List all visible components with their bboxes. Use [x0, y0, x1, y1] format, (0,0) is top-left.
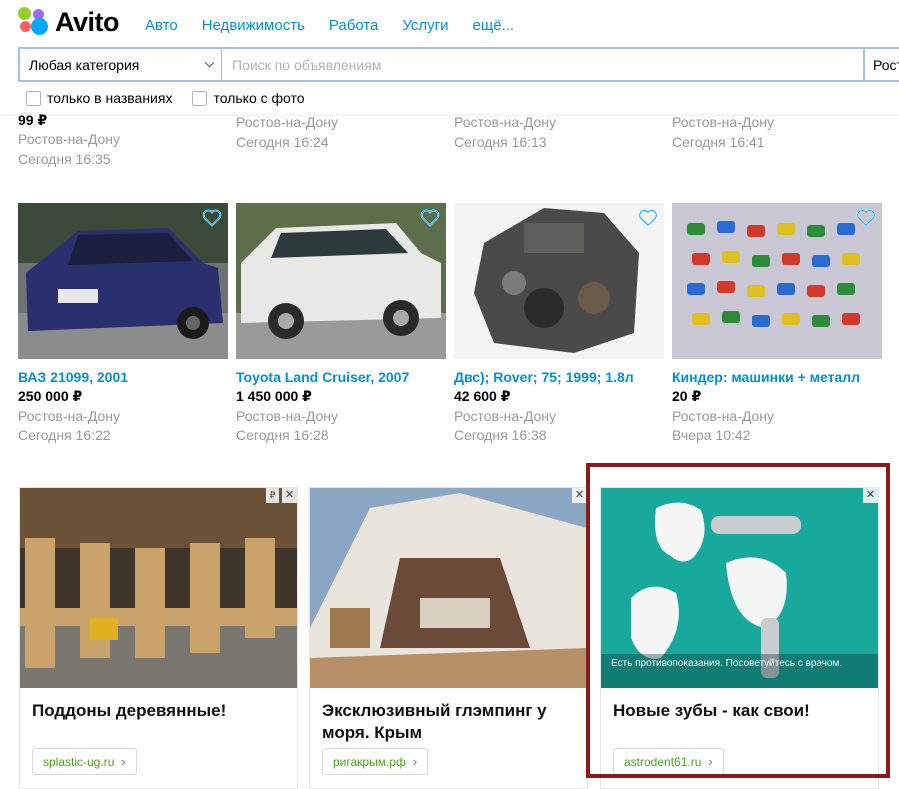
- search-filters: только в названиях только с фото: [26, 90, 325, 106]
- listing-partial-2[interactable]: Ростов-на-Дону Сегодня 16:24: [236, 112, 338, 152]
- listing-photo[interactable]: [672, 203, 882, 359]
- ad-link-text: ригакрым.рф: [333, 754, 406, 769]
- ad-link[interactable]: astrodent61.ru ›: [613, 748, 724, 775]
- listing-price: 1 450 000 ₽: [236, 388, 312, 404]
- ad-card-glamping[interactable]: ✕ Эксклюзивный глэмпинг у моря. Крым риг…: [309, 487, 588, 789]
- listing-time: Сегодня 16:38: [454, 427, 547, 443]
- listing-partial-3[interactable]: Ростов-на-Дону Сегодня 16:13: [454, 112, 556, 152]
- filter-titles-only[interactable]: только в названиях: [26, 90, 172, 106]
- listing-price: 20 ₽: [672, 388, 702, 404]
- favorite-heart-icon[interactable]: [202, 209, 222, 227]
- listing-title[interactable]: Киндер: машинки + металл: [672, 369, 882, 385]
- chevron-right-icon: ›: [708, 754, 713, 769]
- pallets-photo: [20, 488, 297, 688]
- category-select-value: Любая категория: [29, 56, 140, 73]
- ad-image[interactable]: ₽ ✕: [20, 488, 297, 688]
- listing-photo[interactable]: [236, 203, 446, 359]
- ad-card-pallets[interactable]: ₽ ✕ Поддоны деревянные! splastic-ug.ru ›: [19, 487, 298, 789]
- listing-partial-4[interactable]: Ростов-на-Дону Сегодня 16:41: [672, 112, 774, 152]
- listing-location: Ростов-на-Дону: [236, 114, 338, 130]
- ad-image[interactable]: Есть противопоказания. Посоветуйтесь с в…: [601, 488, 878, 688]
- site-header: Avito Авто Недвижимость Работа Услуги ещ…: [0, 0, 899, 114]
- listing-time: Сегодня 16:41: [672, 134, 765, 150]
- listing-location: Ростов-на-Дону: [18, 408, 120, 424]
- listing-location: Ростов-на-Дону: [18, 131, 120, 147]
- listing-location: Ростов-на-Дону: [454, 408, 556, 424]
- nav-more[interactable]: ещё...: [473, 17, 515, 34]
- ad-card-dental[interactable]: Есть противопоказания. Посоветуйтесь с в…: [600, 487, 879, 789]
- listing-partial-1[interactable]: 99 ₽ Ростов-на-Дону Сегодня 16:35: [18, 112, 120, 169]
- chevron-down-icon: [204, 57, 215, 68]
- listing-card-vaz[interactable]: ВАЗ 21099, 2001 250 000 ₽ Ростов-на-Дону…: [18, 203, 228, 443]
- ad-close-icon[interactable]: ✕: [572, 488, 587, 503]
- chevron-right-icon: ›: [121, 754, 126, 769]
- listing-time: Сегодня 16:24: [236, 134, 329, 150]
- nav-auto[interactable]: Авто: [145, 17, 178, 34]
- ad-link-text: splastic-ug.ru: [43, 754, 115, 769]
- checkbox-with-photo[interactable]: [192, 90, 208, 106]
- checkbox-titles-only[interactable]: [26, 90, 41, 106]
- city-select[interactable]: Рост: [863, 47, 899, 82]
- listing-title[interactable]: ВАЗ 21099, 2001: [18, 369, 228, 385]
- toy-cars-photo: [672, 203, 882, 359]
- favorite-heart-icon[interactable]: [638, 209, 658, 227]
- nav-services[interactable]: Услуги: [402, 17, 448, 34]
- favorite-heart-icon[interactable]: [420, 209, 440, 227]
- ad-link-text: astrodent61.ru: [624, 754, 702, 769]
- city-select-value: Рост: [873, 57, 899, 73]
- listing-card-engine[interactable]: Двс); Rover; 75; 1999; 1.8л 42 600 ₽ Рос…: [454, 203, 664, 443]
- logo-text: Avito: [55, 6, 120, 37]
- page: 99 ₽ Ростов-на-Дону Сегодня 16:35 Ростов…: [0, 0, 899, 789]
- ad-close-icon[interactable]: ✕: [863, 488, 878, 503]
- listing-time: Сегодня 16:35: [18, 151, 111, 167]
- filter-photo-label: только с фото: [213, 90, 305, 106]
- suv-photo: [236, 203, 446, 359]
- listing-time: Сегодня 16:22: [18, 427, 111, 443]
- listing-location: Ростов-на-Дону: [672, 114, 774, 130]
- chevron-right-icon: ›: [412, 754, 418, 769]
- listing-location: Ростов-на-Дону: [236, 408, 338, 424]
- ad-link[interactable]: ригакрым.рф ›: [322, 748, 429, 775]
- listing-photo[interactable]: [18, 203, 228, 359]
- car-sedan-photo: [18, 203, 228, 359]
- listing-time: Сегодня 16:28: [236, 427, 329, 443]
- listing-card-kinder[interactable]: Киндер: машинки + металл 20 ₽ Ростов-на-…: [672, 203, 882, 443]
- nav-jobs[interactable]: Работа: [329, 17, 379, 34]
- ad-title[interactable]: Новые зубы - как свои!: [601, 688, 878, 722]
- listing-price: 99 ₽: [18, 112, 48, 128]
- category-select[interactable]: Любая категория: [18, 47, 222, 82]
- search-input[interactable]: [222, 47, 863, 82]
- nav-realty[interactable]: Недвижимость: [202, 17, 305, 34]
- avito-logo[interactable]: Avito: [18, 6, 120, 37]
- search-bar: Любая категория Рост: [18, 47, 899, 82]
- listing-price: 42 600 ₽: [454, 388, 511, 404]
- ad-disclaimer: Есть противопоказания. Посоветуйтесь с в…: [601, 654, 878, 688]
- engine-photo: [454, 203, 664, 359]
- listing-price: 250 000 ₽: [18, 388, 83, 404]
- filter-titles-label: только в названиях: [47, 90, 173, 106]
- ad-image[interactable]: ✕: [310, 488, 587, 688]
- listing-card-toyota[interactable]: Toyota Land Cruiser, 2007 1 450 000 ₽ Ро…: [236, 203, 446, 443]
- listing-photo[interactable]: [454, 203, 664, 359]
- listing-location: Ростов-на-Дону: [454, 114, 556, 130]
- listing-time: Сегодня 16:13: [454, 134, 547, 150]
- logo-dots-icon: [18, 7, 48, 37]
- listing-time: Вчера 10:42: [672, 427, 751, 443]
- filter-with-photo[interactable]: только с фото: [192, 90, 305, 106]
- main-nav: Авто Недвижимость Работа Услуги ещё...: [145, 17, 538, 34]
- ad-currency-badge: ₽: [266, 488, 279, 503]
- ad-close-icon[interactable]: ✕: [282, 488, 297, 503]
- listing-title[interactable]: Toyota Land Cruiser, 2007: [236, 369, 446, 385]
- listing-location: Ростов-на-Дону: [672, 408, 774, 424]
- listing-title[interactable]: Двс); Rover; 75; 1999; 1.8л: [454, 369, 664, 385]
- ad-title[interactable]: Эксклюзивный глэмпинг у моря. Крым: [310, 688, 587, 744]
- ad-link[interactable]: splastic-ug.ru ›: [32, 748, 137, 775]
- tent-photo: [310, 488, 587, 688]
- ad-title[interactable]: Поддоны деревянные!: [20, 688, 297, 722]
- favorite-heart-icon[interactable]: [856, 209, 876, 227]
